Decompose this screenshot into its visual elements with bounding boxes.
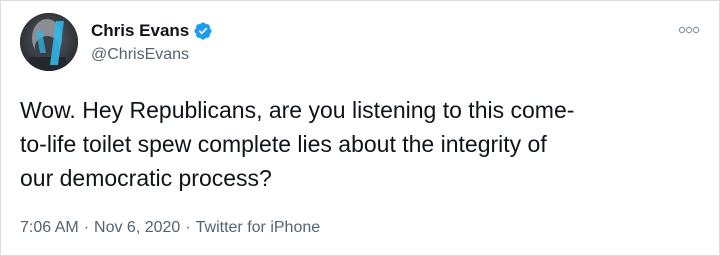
more-options-button[interactable]: [675, 20, 703, 40]
tweet-text-line: Wow. Hey Republicans, are you listening …: [20, 97, 575, 123]
meta-separator: ·: [83, 219, 90, 236]
meta-separator: ·: [185, 219, 191, 236]
ellipsis-icon: [678, 26, 700, 34]
tweet-text: Wow. Hey Republicans, are you listening …: [20, 93, 700, 195]
tweet-text-line: to-life toilet spew complete lies about …: [20, 131, 547, 157]
tweet-card: Chris Evans @ChrisEvans Wow. Hey Republi…: [0, 0, 720, 256]
tweet-source[interactable]: Twitter for iPhone: [196, 217, 321, 239]
verified-badge-icon: [193, 21, 213, 41]
avatar[interactable]: [20, 13, 78, 71]
tweet-date[interactable]: Nov 6, 2020: [94, 217, 180, 239]
author-handle[interactable]: @ChrisEvans: [91, 44, 213, 66]
tweet-header: Chris Evans @ChrisEvans: [20, 11, 213, 73]
tweet-text-line: our democratic process?: [20, 165, 272, 191]
author-identity: Chris Evans @ChrisEvans: [91, 19, 213, 66]
display-name[interactable]: Chris Evans: [91, 20, 189, 42]
profile-photo-icon: [20, 13, 78, 71]
tweet-time[interactable]: 7:06 AM: [20, 217, 79, 239]
name-row: Chris Evans: [91, 19, 213, 43]
tweet-metadata: 7:06 AM · Nov 6, 2020 · Twitter for iPho…: [20, 217, 320, 239]
